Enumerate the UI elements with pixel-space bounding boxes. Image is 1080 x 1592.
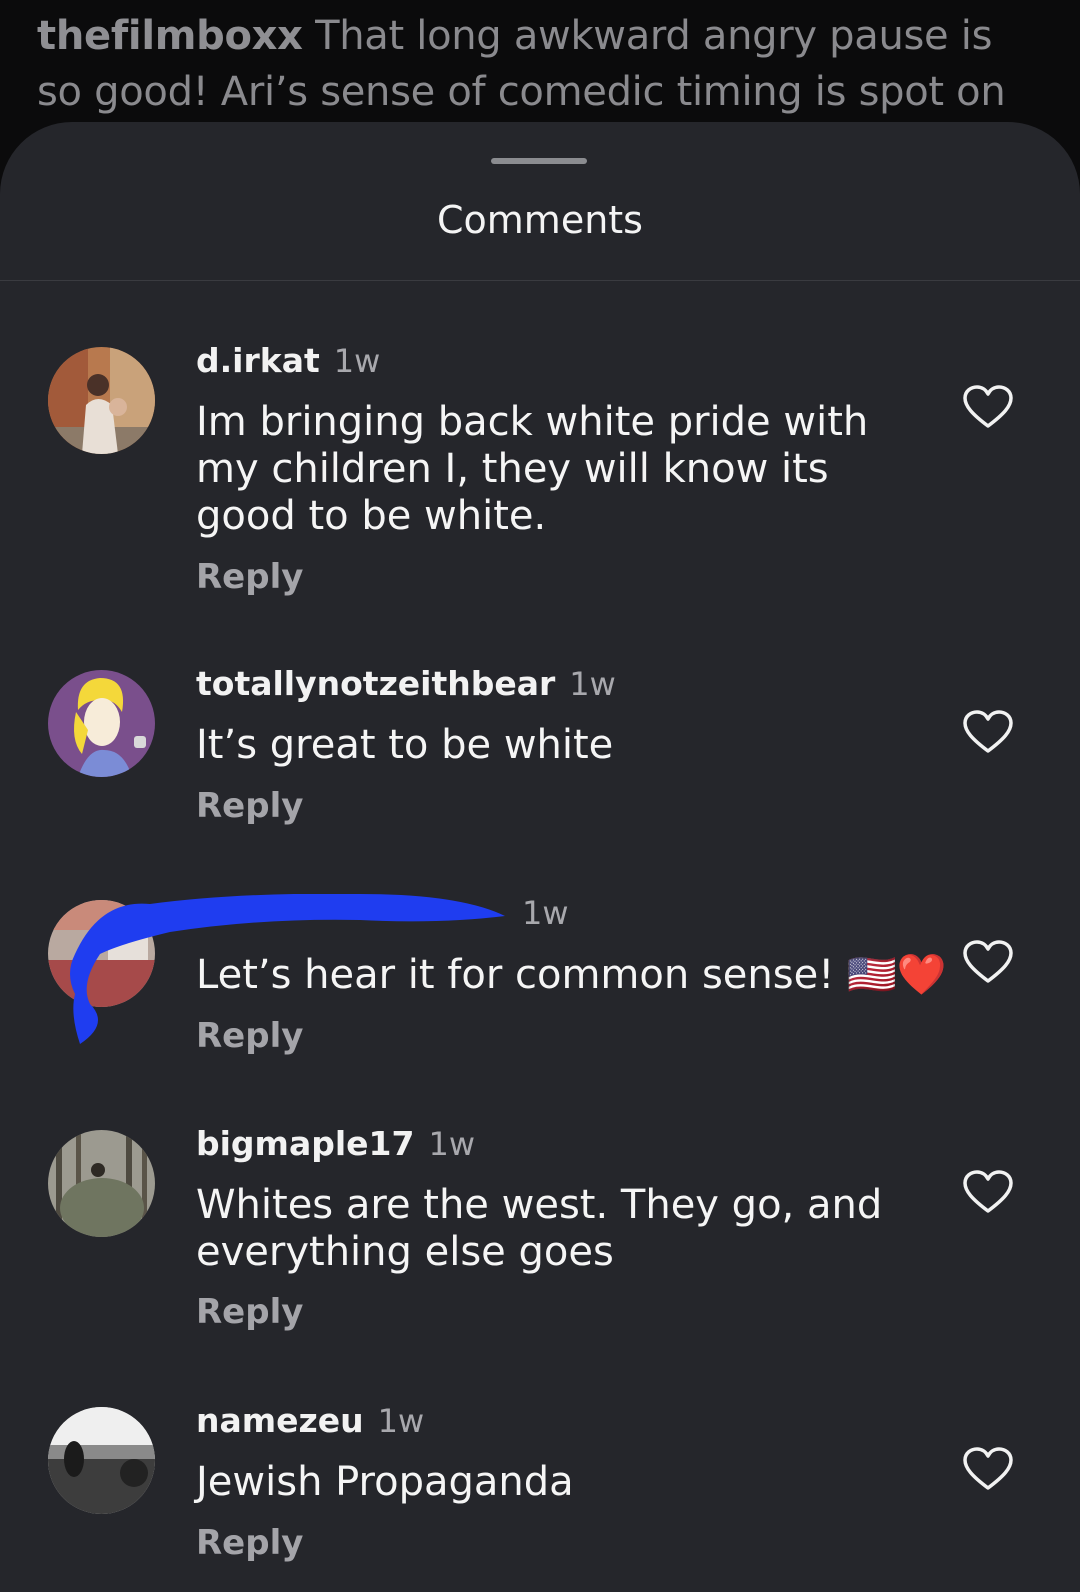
- comment-text: Whites are the west. They go, and everyt…: [196, 1182, 883, 1275]
- reply-button[interactable]: Reply: [196, 1016, 303, 1056]
- comment-time: 1w: [333, 342, 381, 380]
- like-button[interactable]: [962, 1169, 1014, 1215]
- comment-text: Let’s hear it for common sense! 🇺🇸❤️: [196, 952, 947, 998]
- heart-outline-icon: [963, 1170, 1013, 1213]
- comments-sheet: Comments d.irkat 1w Im bringing back whit…: [0, 122, 1080, 1592]
- sheet-title: Comments: [437, 198, 643, 242]
- comment-time: 1w: [569, 665, 616, 703]
- comment-username[interactable]: bigmaple17: [196, 1124, 414, 1163]
- comment-time: 1w: [428, 1125, 475, 1163]
- comment-time: 1w: [377, 1402, 425, 1440]
- divider: [0, 280, 1080, 281]
- like-button[interactable]: [962, 1446, 1014, 1492]
- comment-header: namezeu 1w: [196, 1401, 424, 1440]
- comment-username[interactable]: d.irkat: [196, 341, 320, 380]
- heart-outline-icon: [963, 1447, 1013, 1490]
- reply-button[interactable]: Reply: [196, 1292, 303, 1332]
- reply-button[interactable]: Reply: [196, 786, 303, 826]
- heart-outline-icon: [963, 385, 1013, 428]
- like-button[interactable]: [962, 939, 1014, 985]
- comment-username[interactable]: totallynotzeithbear: [196, 664, 555, 703]
- comment-text: Im bringing back white pride with my chi…: [196, 399, 869, 539]
- like-button[interactable]: [962, 709, 1014, 755]
- comment-header: totallynotzeithbear 1w: [196, 664, 616, 703]
- comment-text: Jewish Propaganda: [196, 1459, 574, 1505]
- heart-outline-icon: [963, 940, 1013, 983]
- avatar[interactable]: [48, 1130, 155, 1237]
- comment-username[interactable]: namezeu: [196, 1401, 364, 1440]
- avatar[interactable]: [48, 670, 155, 777]
- avatar[interactable]: [48, 1407, 155, 1514]
- comment-time: 1w: [522, 894, 569, 932]
- caption-username[interactable]: thefilmboxx: [37, 13, 303, 59]
- reply-button[interactable]: Reply: [196, 1523, 303, 1563]
- post-caption: thefilmboxx That long awkward angry paus…: [37, 8, 1037, 120]
- heart-outline-icon: [963, 710, 1013, 753]
- comment-text: It’s great to be white: [196, 722, 614, 768]
- comment-header: d.irkat 1w: [196, 341, 380, 380]
- sheet-drag-handle[interactable]: [491, 158, 587, 164]
- avatar[interactable]: [48, 347, 155, 454]
- reply-button[interactable]: Reply: [196, 557, 303, 597]
- comment-header: bigmaple17 1w: [196, 1124, 475, 1163]
- like-button[interactable]: [962, 384, 1014, 430]
